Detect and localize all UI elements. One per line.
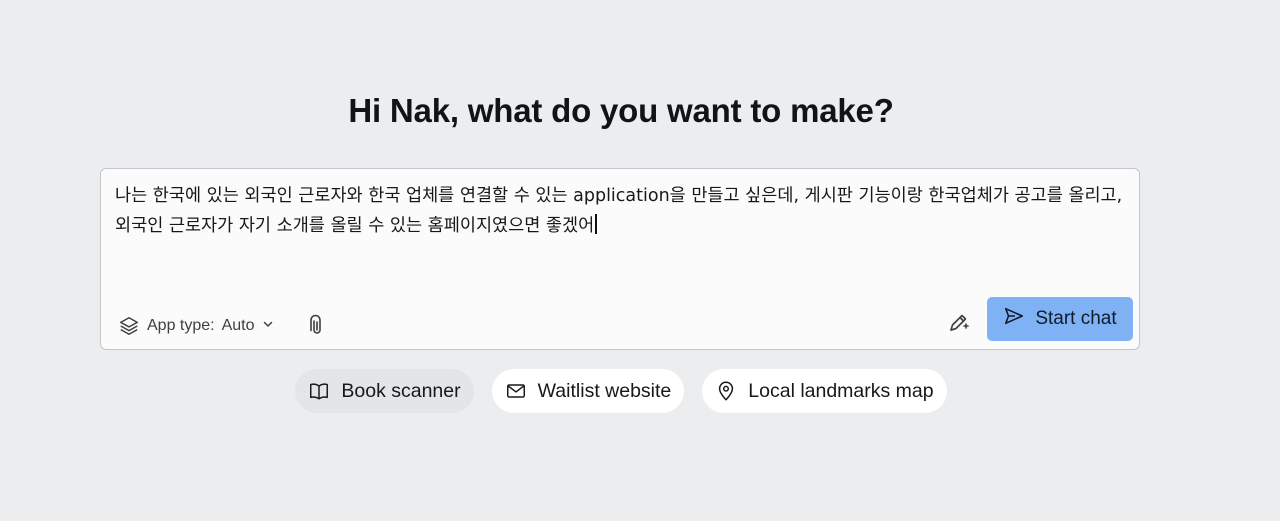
suggestion-chip-book-scanner[interactable]: Book scanner	[295, 369, 474, 413]
app-type-dropdown[interactable]: App type: Auto	[118, 314, 274, 338]
mail-icon	[505, 380, 527, 402]
suggestion-chips: Book scanner Waitlist website Local land…	[0, 369, 1242, 413]
suggestion-label: Waitlist website	[537, 379, 672, 402]
pen-sparkle-icon[interactable]	[945, 308, 973, 336]
app-type-value: Auto	[221, 317, 255, 334]
app-type-label: App type:	[147, 317, 215, 334]
suggestion-label: Book scanner	[341, 379, 461, 402]
send-icon	[1003, 305, 1025, 333]
layers-icon	[118, 315, 140, 337]
paperclip-icon[interactable]	[305, 314, 329, 338]
prompt-input[interactable]: 나는 한국에 있는 외국인 근로자와 한국 업체를 연결할 수 있는 appli…	[115, 181, 1127, 241]
start-chat-button[interactable]: Start chat	[987, 297, 1133, 341]
suggestion-chip-local-landmarks-map[interactable]: Local landmarks map	[702, 369, 947, 413]
text-caret	[595, 214, 597, 234]
suggestion-chip-waitlist-website[interactable]: Waitlist website	[491, 369, 685, 413]
page-title: Hi Nak, what do you want to make?	[348, 92, 894, 129]
chevron-down-icon	[262, 317, 274, 335]
prompt-composer: 나는 한국에 있는 외국인 근로자와 한국 업체를 연결할 수 있는 appli…	[100, 168, 1140, 350]
map-pin-icon	[715, 380, 737, 402]
book-open-icon	[308, 380, 330, 402]
prompt-text: 나는 한국에 있는 외국인 근로자와 한국 업체를 연결할 수 있는 appli…	[115, 186, 1123, 236]
start-chat-label: Start chat	[1035, 308, 1117, 329]
suggestion-label: Local landmarks map	[748, 379, 934, 402]
